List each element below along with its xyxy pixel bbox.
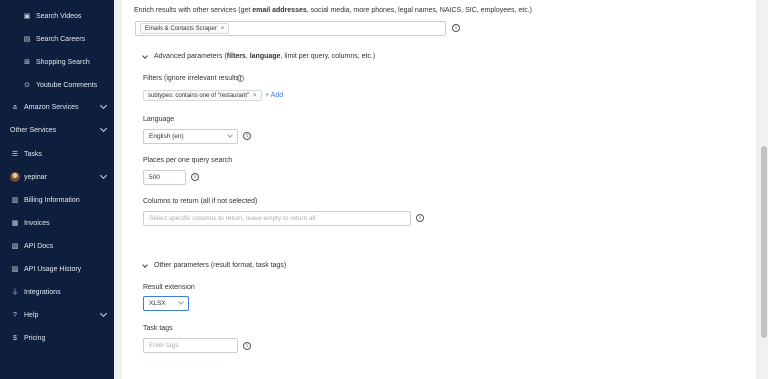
close-icon[interactable]: × — [253, 93, 257, 99]
advanced-suffix: , limit per query, columns, etc.) — [280, 53, 376, 60]
advanced-parameters-label: Advanced parameters (filters, language, … — [154, 53, 375, 60]
avatar — [10, 172, 20, 182]
close-icon[interactable]: × — [221, 26, 225, 32]
sidebar-item-label: Help — [24, 311, 39, 319]
advanced-prefix: Advanced parameters ( — [154, 53, 227, 60]
sidebar-item-api-usage-history[interactable]: ▨ API Usage History — [0, 260, 114, 278]
task-tags-placeholder: Enter tags — [149, 342, 179, 349]
help-icon[interactable]: ? — [237, 75, 244, 82]
sidebar-item-label: Shopping Search — [36, 58, 90, 66]
sidebar-item-search-careers[interactable]: ▤ Search Careers — [0, 30, 114, 48]
dollar-icon: $ — [13, 334, 17, 342]
sidebar-item-profile[interactable]: yepinar — [0, 168, 114, 186]
enrich-label-prefix: Enrich results with other services (get — [134, 7, 253, 14]
sidebar-item-label: Youtube Comments — [36, 81, 98, 89]
sidebar-item-integrations[interactable]: ⏚ Integrations — [0, 283, 114, 301]
sidebar-item-label: Search Videos — [36, 12, 82, 20]
enrich-label: Enrich results with other services (get … — [134, 7, 532, 14]
filters-label: Filters (ignore irrelevant results) — [143, 75, 242, 82]
play-icon: ⊙ — [24, 82, 30, 89]
advanced-bold-filters: filters — [226, 53, 246, 60]
info-icon[interactable]: i — [243, 342, 251, 350]
briefcase-icon: ▤ — [23, 36, 31, 43]
amazon-icon: a — [13, 103, 17, 111]
places-value: 500 — [149, 174, 160, 181]
sidebar-item-tasks[interactable]: ☰ Tasks — [0, 145, 114, 163]
sidebar-item-label: Pricing — [24, 334, 46, 342]
columns-label: Columns to return (all if not selected) — [143, 198, 258, 205]
info-icon[interactable]: i — [452, 24, 460, 32]
places-label: Places per one query search — [143, 157, 233, 164]
chevron-down-icon — [99, 171, 108, 180]
chevron-down-icon — [99, 101, 108, 110]
history-icon: ▨ — [11, 266, 19, 273]
sidebar-item-label: Tasks — [24, 150, 42, 158]
add-filter-button[interactable]: + Add — [265, 92, 283, 99]
other-parameters-label: Other parameters (result format, task ta… — [154, 262, 287, 269]
list-icon: ☰ — [11, 151, 19, 158]
filter-tag: subtypes: contains one of "restaurant" × — [143, 90, 262, 101]
document-icon: ▥ — [11, 197, 19, 204]
sidebar-item-billing-information[interactable]: ▥ Billing Information — [0, 191, 114, 209]
plug-icon: ⏚ — [11, 289, 19, 296]
info-icon[interactable]: i — [416, 214, 424, 222]
columns-placeholder: Select specific columns to return, leave… — [149, 215, 316, 222]
enrich-service-tag: Emails & Contacts Scraper × — [140, 23, 230, 34]
tag-label: subtypes: contains one of "restaurant" — [148, 92, 249, 99]
task-tags-label: Task tags — [143, 325, 173, 332]
sidebar-item-search-videos[interactable]: ▣ Search Videos — [0, 7, 114, 25]
sidebar-item-label: API Usage History — [24, 265, 82, 273]
sidebar-item-label: API Docs — [24, 242, 54, 250]
result-extension-value: XLSX — [149, 300, 166, 307]
sidebar-item-label: Other Services — [10, 126, 57, 134]
sidebar: ▣ Search Videos ▤ Search Careers ⊞ Shopping… — [0, 0, 114, 379]
api-docs-icon: ▧ — [11, 243, 19, 250]
scrollbar-thumb[interactable] — [761, 146, 767, 338]
language-select[interactable]: English (en) — [143, 129, 238, 144]
tag-label: Emails & Contacts Scraper — [145, 25, 217, 32]
sidebar-item-label: Billing Information — [24, 196, 80, 204]
sidebar-item-label: Search Careers — [36, 35, 86, 43]
chevron-down-icon — [142, 52, 148, 59]
info-icon[interactable]: i — [243, 132, 251, 140]
advanced-bold-language: language — [249, 53, 281, 60]
sidebar-item-label: yepinar — [24, 173, 47, 181]
sidebar-item-shopping-search[interactable]: ⊞ Shopping Search — [0, 53, 114, 71]
sidebar-item-pricing[interactable]: $ Pricing — [0, 329, 114, 347]
chevron-down-icon — [99, 309, 108, 318]
sidebar-item-help[interactable]: ? Help — [0, 306, 114, 324]
advanced-parameters-toggle[interactable]: Advanced parameters (filters, language, … — [142, 52, 375, 60]
result-extension-label: Result extension — [143, 284, 195, 291]
sidebar-item-api-docs[interactable]: ▧ API Docs — [0, 237, 114, 255]
sidebar-item-amazon-services[interactable]: a Amazon Services — [0, 98, 114, 116]
chevron-down-icon — [99, 124, 108, 133]
language-label: Language — [143, 116, 175, 123]
sidebar-item-label: Invoices — [24, 219, 50, 227]
language-value: English (en) — [149, 133, 184, 140]
sidebar-item-invoices[interactable]: ▦ Invoices — [0, 214, 114, 232]
sidebar-item-youtube-comments[interactable]: ⊙ Youtube Comments — [0, 76, 114, 94]
invoice-icon: ▦ — [11, 220, 19, 227]
columns-select[interactable]: Select specific columns to return, leave… — [143, 211, 411, 226]
sidebar-item-label: Amazon Services — [24, 103, 79, 111]
sidebar-item-label: Integrations — [24, 288, 61, 296]
sidebar-item-other-services[interactable]: Other Services — [0, 121, 114, 139]
other-parameters-toggle[interactable]: Other parameters (result format, task ta… — [142, 261, 287, 269]
enrich-label-bold: email addresses — [252, 7, 307, 14]
enrich-label-suffix: , social media, more phones, legal names… — [306, 7, 533, 14]
shopping-cart-icon: ⊞ — [24, 59, 30, 66]
info-icon[interactable]: i — [191, 173, 199, 181]
places-per-query-input[interactable]: 500 — [143, 170, 186, 185]
chevron-down-icon — [142, 261, 148, 268]
task-tags-input[interactable]: Enter tags — [143, 338, 238, 353]
video-icon: ▣ — [23, 13, 31, 20]
help-icon: ? — [13, 311, 17, 319]
